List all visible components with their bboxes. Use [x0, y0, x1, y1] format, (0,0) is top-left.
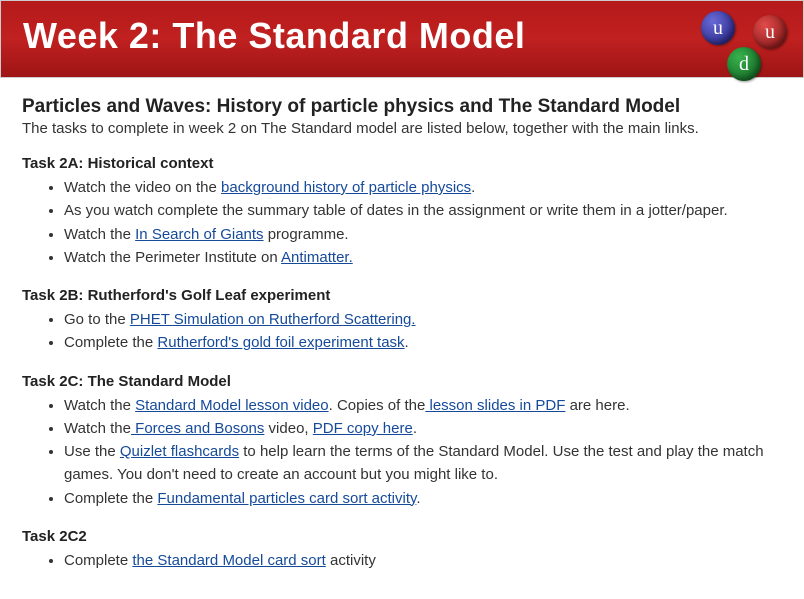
task-title: Task 2A: Historical context [22, 155, 782, 172]
list-item: Complete the Standard Model card sort ac… [64, 549, 782, 572]
page-banner: Week 2: The Standard Model u u d [0, 0, 804, 78]
list-item: Watch the video on the background histor… [64, 176, 782, 199]
list-item: Watch the In Search of Giants programme. [64, 223, 782, 246]
content: Particles and Waves: History of particle… [0, 78, 804, 586]
task-title: Task 2B: Rutherford's Golf Leaf experime… [22, 287, 782, 304]
intro-text: The tasks to complete in week 2 on The S… [22, 120, 782, 137]
quark-icon: u [753, 15, 787, 49]
inline-link[interactable]: PDF copy here [313, 420, 413, 437]
inline-link[interactable]: In Search of Giants [135, 226, 263, 243]
inline-link[interactable]: Fundamental particles card sort activity [157, 490, 416, 507]
inline-link[interactable]: lesson slides in PDF [425, 397, 565, 414]
subtitle: Particles and Waves: History of particle… [22, 96, 782, 118]
inline-link[interactable]: Standard Model lesson video [135, 397, 328, 414]
inline-link[interactable]: Forces and Bosons [131, 420, 264, 437]
task-items: Watch the Standard Model lesson video. C… [22, 394, 782, 510]
list-item: Complete the Fundamental particles card … [64, 487, 782, 510]
inline-link[interactable]: the Standard Model card sort [132, 552, 325, 569]
quark-icon: u [701, 11, 735, 45]
task-title: Task 2C2 [22, 528, 782, 545]
list-item: Go to the PHET Simulation on Rutherford … [64, 308, 782, 331]
task-list: Task 2A: Historical context Watch the vid… [22, 155, 782, 572]
task-title: Task 2C: The Standard Model [22, 373, 782, 390]
list-item: Complete the Rutherford's gold foil expe… [64, 331, 782, 354]
inline-link[interactable]: Antimatter. [281, 249, 353, 266]
page-title: Week 2: The Standard Model [23, 15, 781, 57]
list-item: Watch the Standard Model lesson video. C… [64, 394, 782, 417]
inline-link[interactable]: PHET Simulation on Rutherford Scattering… [130, 311, 416, 328]
inline-link[interactable]: background history of particle physics [221, 179, 471, 196]
quark-badge: u u d [697, 11, 787, 91]
list-item: As you watch complete the summary table … [64, 199, 782, 222]
task-items: Complete the Standard Model card sort ac… [22, 549, 782, 572]
list-item: Use the Quizlet flashcards to help learn… [64, 440, 782, 487]
list-item: Watch the Forces and Bosons video, PDF c… [64, 417, 782, 440]
quark-icon: d [727, 47, 761, 81]
task-items: Watch the video on the background histor… [22, 176, 782, 269]
inline-link[interactable]: Quizlet flashcards [120, 443, 239, 460]
inline-link[interactable]: Rutherford's gold foil experiment task [157, 334, 404, 351]
list-item: Watch the Perimeter Institute on Antimat… [64, 246, 782, 269]
task-items: Go to the PHET Simulation on Rutherford … [22, 308, 782, 355]
